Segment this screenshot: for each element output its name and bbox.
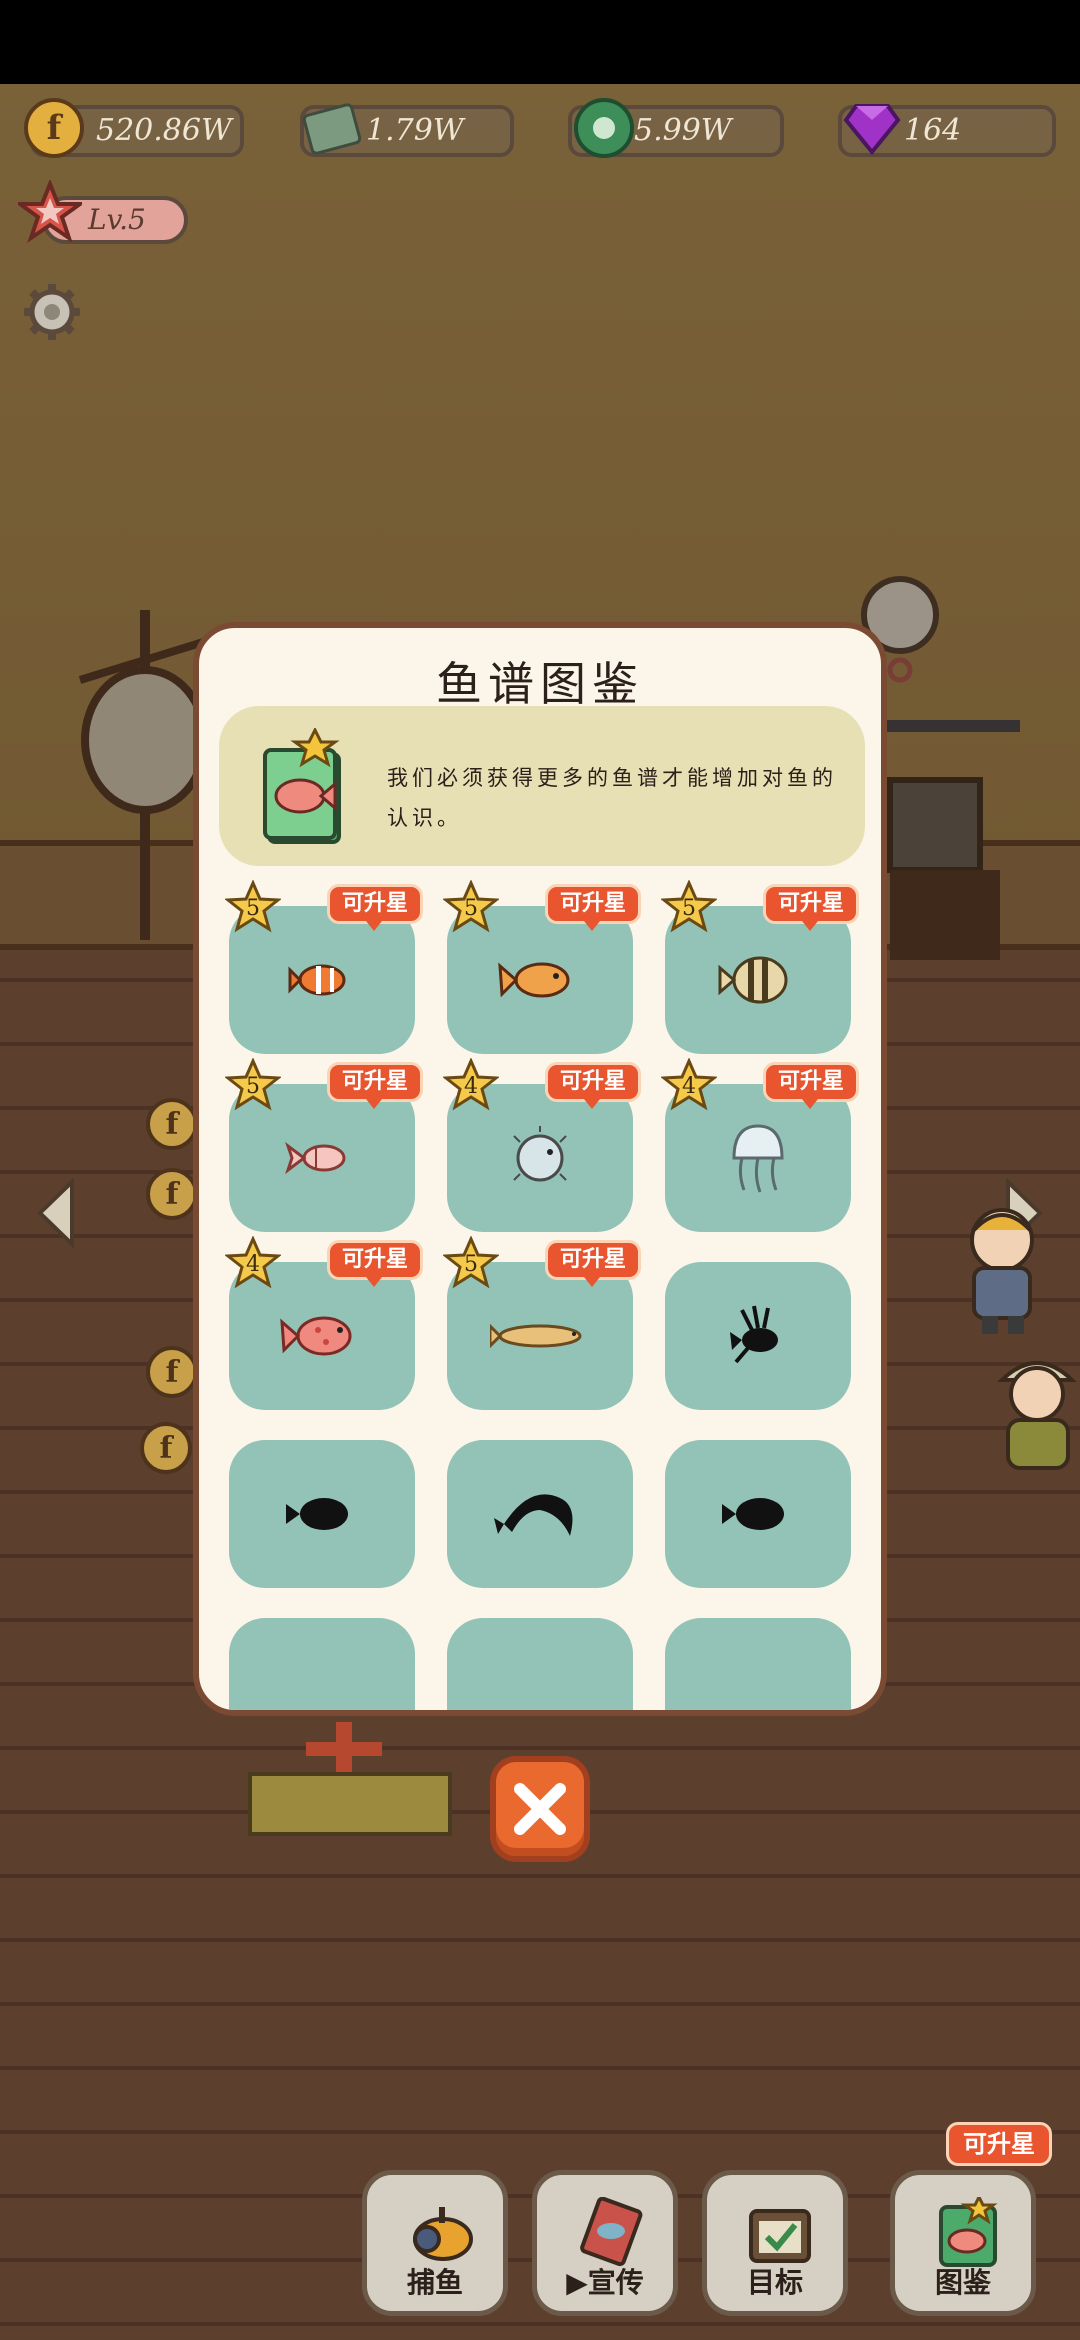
floor-coin-icon[interactable]: f: [146, 1098, 198, 1150]
goal-board-icon: [749, 2209, 811, 2263]
info-banner: 我们必须获得更多的鱼谱才能增加对鱼的认识。: [219, 706, 865, 866]
nav-promote-text: 宣传: [587, 2266, 644, 2299]
close-icon: [514, 1783, 566, 1835]
arowana-icon: [490, 1323, 582, 1349]
floor-coin-icon[interactable]: f: [146, 1346, 198, 1398]
floor-coin-icon[interactable]: f: [146, 1168, 198, 1220]
star-count: 5: [464, 1252, 478, 1277]
coin-icon: f: [24, 98, 84, 158]
star-count: 5: [682, 896, 696, 921]
star-rating-badge: 5: [441, 879, 501, 936]
poster-icon: [580, 2197, 643, 2267]
customer-fisherman-icon[interactable]: [994, 1350, 1080, 1480]
fish-book-icon: [263, 728, 341, 844]
lionfish-silhouette-icon: [730, 1305, 778, 1364]
fish-book-icon: [939, 2197, 998, 2267]
star-count: 4: [246, 1252, 260, 1277]
submarine-icon: [413, 2207, 473, 2261]
level-text: Lv.5: [88, 203, 146, 236]
nav-catalog-button[interactable]: 图鉴: [890, 2170, 1036, 2316]
upgrade-star-tag[interactable]: 可升星: [326, 1240, 423, 1287]
star-count: 5: [246, 1074, 260, 1099]
fish-card[interactable]: 4 可升星: [659, 1057, 859, 1232]
upgrade-star-tag[interactable]: 可升星: [326, 1062, 423, 1109]
fish-catalog-dialog: 鱼谱图鉴 我们必须获得更多的鱼谱才能增加对鱼的认识。 5 可升星 5 可升星 5 可升星 5…: [193, 622, 887, 1716]
ring-icon: [574, 98, 634, 158]
settings-gear-icon[interactable]: [22, 282, 82, 342]
scroll-left-arrow-icon[interactable]: [36, 1178, 76, 1248]
play-icon: ▶: [566, 2266, 588, 2299]
goldfish-icon: [498, 962, 570, 998]
star-rating-badge: 4: [441, 1057, 501, 1114]
star-rating-badge: 5: [441, 1235, 501, 1292]
fish-card[interactable]: [447, 1440, 633, 1588]
upgrade-star-tag[interactable]: 可升星: [762, 884, 859, 931]
fish-card[interactable]: 5 可升星: [659, 879, 859, 1054]
nav-fishing-label: 捕鱼: [406, 2266, 463, 2299]
fish-silhouette-icon: [286, 1498, 348, 1530]
fish-card[interactable]: [447, 1618, 633, 1710]
close-button[interactable]: [490, 1756, 590, 1862]
nav-goals-button[interactable]: 目标: [702, 2170, 848, 2316]
fish-card[interactable]: 5 可升星: [223, 879, 423, 1054]
fish-card[interactable]: 4 可升星: [441, 1057, 641, 1232]
leaping-fish-silhouette-icon: [494, 1494, 573, 1536]
fish-card[interactable]: [665, 1262, 851, 1410]
nav-fishing-button[interactable]: 捕鱼: [362, 2170, 508, 2316]
star-count: 4: [464, 1074, 478, 1099]
star-rating-badge: 5: [223, 879, 283, 936]
wooden-sign-icon: [248, 1722, 452, 1836]
nav-catalog-label: 图鉴: [934, 2266, 991, 2299]
catalog-upgrade-badge: 可升星: [946, 2122, 1052, 2166]
grouper-icon: [280, 1316, 352, 1356]
star-count: 4: [682, 1074, 696, 1099]
star-rating-badge: 4: [223, 1235, 283, 1292]
star-count: 5: [464, 896, 478, 921]
fish-card[interactable]: [229, 1618, 415, 1710]
upgrade-star-tag[interactable]: 可升星: [544, 1240, 641, 1287]
fish-card[interactable]: 5 可升星: [441, 1235, 641, 1410]
gem-value: 164: [904, 113, 962, 148]
fish-card[interactable]: [229, 1440, 415, 1588]
status-bar: [0, 0, 1080, 84]
ring-value: 5.99W: [634, 113, 732, 148]
coin-value: 520.86W: [96, 113, 232, 148]
upgrade-star-tag[interactable]: 可升星: [544, 884, 641, 931]
pufferfish-icon: [513, 1126, 567, 1182]
star-rating-badge: 5: [223, 1057, 283, 1114]
upgrade-star-tag[interactable]: 可升星: [326, 884, 423, 931]
star-rating-badge: 5: [659, 879, 719, 936]
butterflyfish-icon: [718, 956, 788, 1004]
star-rating-badge: 4: [659, 1057, 719, 1114]
fish-card[interactable]: 5 可升星: [441, 879, 641, 1054]
jellyfish-icon: [732, 1124, 784, 1193]
angelfish-icon: [285, 1141, 346, 1175]
floor-coin-icon[interactable]: f: [140, 1422, 192, 1474]
star-count: 5: [246, 896, 260, 921]
customer-sailor-icon[interactable]: [952, 1200, 1052, 1340]
nav-promote-button[interactable]: ▶宣传: [532, 2170, 678, 2316]
nav-promote-label: ▶宣传: [537, 2261, 673, 2301]
fish-card[interactable]: [665, 1440, 851, 1588]
gem-icon: [843, 104, 901, 156]
clownfish-icon: [288, 964, 346, 996]
level-star-icon: [18, 180, 82, 244]
upgrade-star-tag[interactable]: 可升星: [762, 1062, 859, 1109]
nav-goals-label: 目标: [746, 2266, 803, 2299]
info-description: 我们必须获得更多的鱼谱才能增加对鱼的认识。: [387, 766, 837, 830]
fish-card[interactable]: 4 可升星: [223, 1235, 423, 1410]
fish-card[interactable]: 5 可升星: [223, 1057, 423, 1232]
cash-value: 1.79W: [366, 113, 464, 148]
fish-card[interactable]: [665, 1618, 851, 1710]
fish-silhouette-icon: [722, 1498, 784, 1530]
upgrade-star-tag[interactable]: 可升星: [544, 1062, 641, 1109]
dialog-title: 鱼谱图鉴: [436, 657, 644, 711]
